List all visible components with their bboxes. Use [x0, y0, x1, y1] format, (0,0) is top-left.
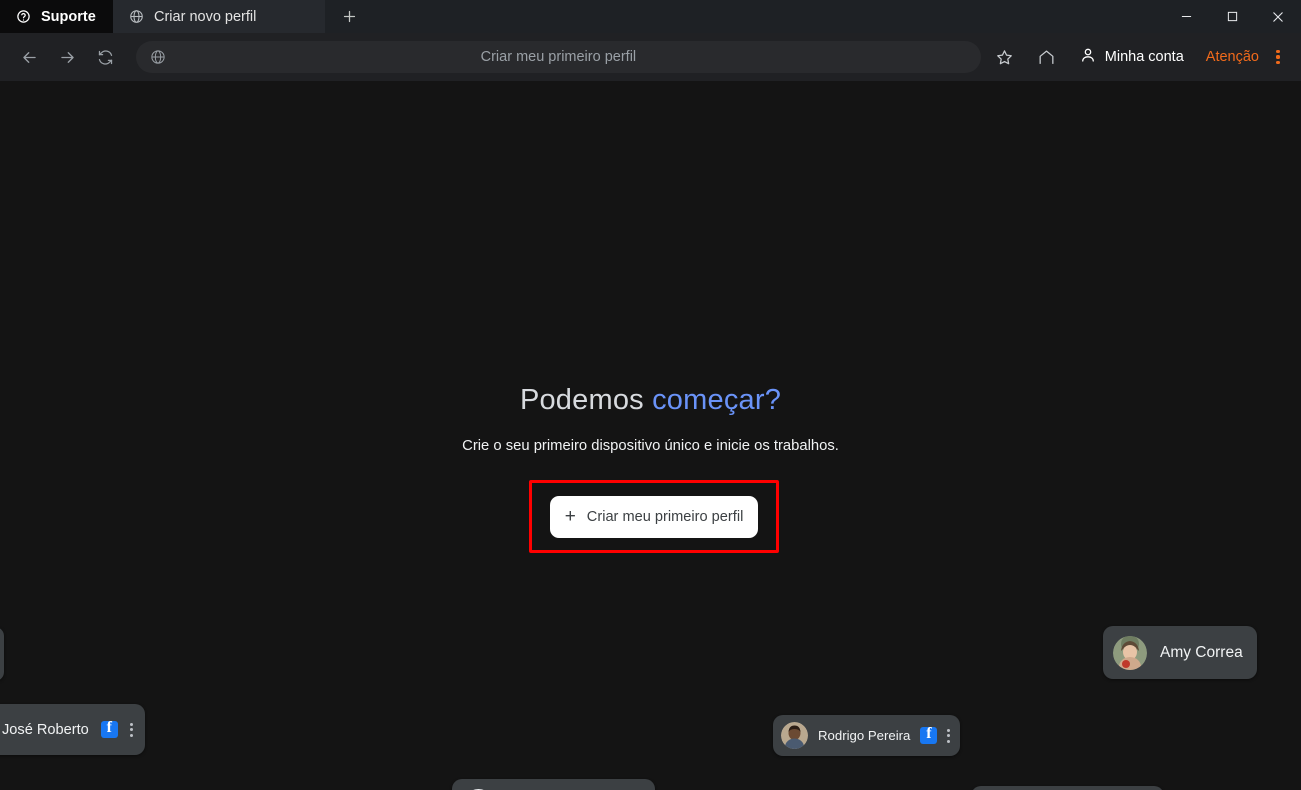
account-label: Minha conta	[1104, 49, 1184, 65]
forward-button[interactable]	[50, 40, 84, 74]
profile-card-rodrigo[interactable]: Rodrigo Pereira	[773, 715, 961, 756]
kebab-menu-icon[interactable]	[1267, 49, 1289, 65]
plus-icon: +	[564, 506, 576, 527]
tab-suporte[interactable]: Suporte	[0, 0, 113, 33]
page-subtitle: Crie o seu primeiro dispositivo único e …	[462, 438, 839, 454]
profile-card-partial[interactable]	[0, 627, 4, 681]
card-kebab-menu-icon[interactable]	[129, 722, 133, 737]
facebook-icon	[920, 725, 938, 744]
profile-name: Amy Correa	[1160, 643, 1243, 661]
reload-button[interactable]	[88, 40, 122, 74]
avatar	[1113, 635, 1147, 670]
avatar	[781, 722, 808, 749]
attention-label[interactable]: Atenção	[1206, 49, 1259, 65]
maximize-button[interactable]	[1209, 0, 1255, 33]
profile-card-emerson[interactable]: Emerson Costa	[971, 786, 1165, 790]
help-circle-icon	[16, 9, 31, 24]
profile-card-amy[interactable]: Amy Correa	[1103, 626, 1257, 679]
address-bar[interactable]: Criar meu primeiro perfil	[136, 41, 981, 73]
minimize-button[interactable]	[1163, 0, 1209, 33]
tab-criar-novo-perfil-label: Criar novo perfil	[154, 8, 257, 25]
home-icon[interactable]	[1029, 39, 1065, 75]
cta-highlight-box: + Criar meu primeiro perfil	[529, 480, 779, 553]
back-button[interactable]	[12, 40, 46, 74]
close-button[interactable]	[1255, 0, 1301, 33]
address-bar-text: Criar meu primeiro perfil	[480, 49, 637, 65]
page-content: Podemos começar? Crie o seu primeiro dis…	[0, 81, 1301, 790]
create-first-profile-button[interactable]: + Criar meu primeiro perfil	[550, 495, 758, 538]
card-kebab-menu-icon[interactable]	[947, 728, 951, 743]
page-title-plain: Podemos	[519, 384, 653, 416]
tab-suporte-label: Suporte	[41, 8, 96, 25]
browser-toolbar: Criar meu primeiro perfil Minha conta At…	[0, 33, 1301, 81]
bookmark-star-icon[interactable]	[987, 39, 1023, 75]
create-first-profile-label: Criar meu primeiro perfil	[586, 508, 744, 525]
browser-window: Suporte Criar novo perfil Criar meu prim…	[0, 0, 1301, 790]
window-controls	[1163, 0, 1301, 33]
person-icon	[1079, 46, 1097, 68]
globe-icon	[150, 49, 166, 65]
tab-strip: Suporte Criar novo perfil	[0, 0, 1301, 33]
profile-name: Rodrigo Pereira	[818, 728, 911, 743]
tab-criar-novo-perfil[interactable]: Criar novo perfil	[113, 0, 325, 33]
profile-card-jose[interactable]: José Roberto	[0, 704, 145, 755]
new-tab-button[interactable]	[325, 0, 373, 33]
hero-section: Podemos começar? Crie o seu primeiro dis…	[0, 81, 1301, 454]
profile-card-sarah[interactable]: Sarah Ribeiro	[452, 779, 655, 790]
facebook-icon	[100, 719, 118, 738]
profile-name: José Roberto	[2, 721, 89, 738]
account-button[interactable]: Minha conta	[1071, 46, 1192, 68]
globe-icon	[129, 9, 144, 24]
page-title-accent: começar?	[652, 384, 782, 416]
page-title: Podemos começar?	[0, 384, 1301, 417]
